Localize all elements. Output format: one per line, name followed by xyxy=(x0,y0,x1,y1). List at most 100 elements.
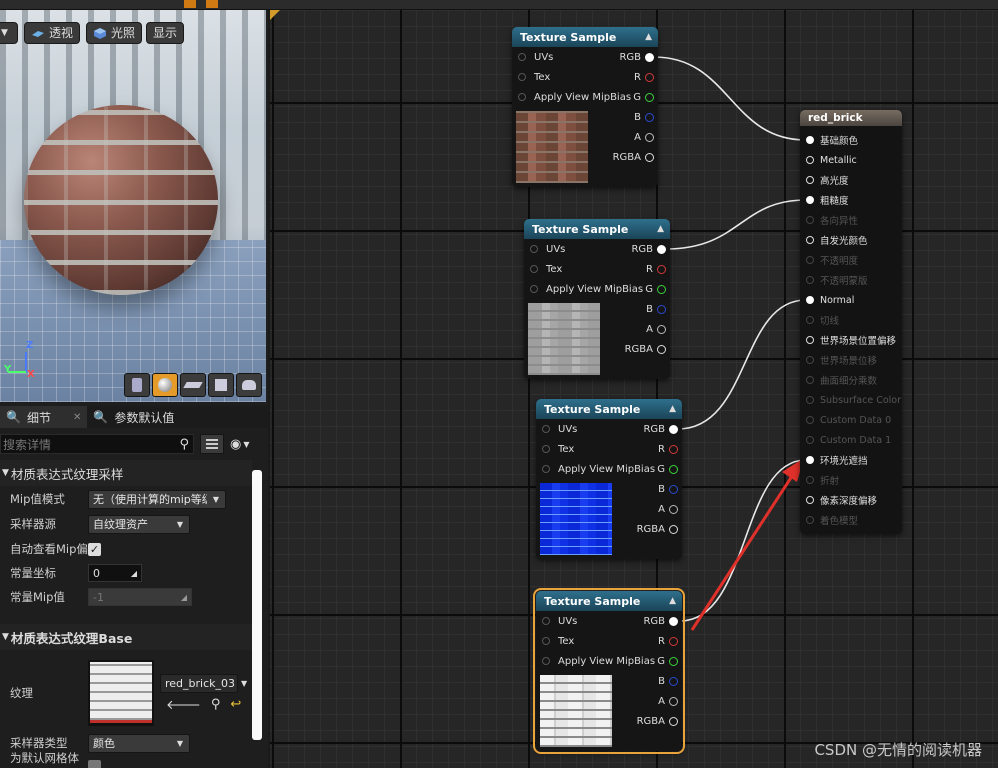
output-b[interactable]: B xyxy=(634,107,654,127)
toolbar-button[interactable] xyxy=(360,0,372,8)
sampler-source-select[interactable]: 自纹理资产 ▼ xyxy=(88,514,190,534)
input-metallic[interactable]: Metallic xyxy=(806,150,857,170)
input-ambient-occlusion[interactable]: 环境光遮挡 xyxy=(806,450,868,470)
toolbar-button[interactable] xyxy=(162,0,174,8)
output-rgb[interactable]: RGB xyxy=(643,419,678,439)
output-a[interactable]: A xyxy=(658,691,678,711)
property-matrix-button[interactable] xyxy=(200,434,224,454)
result-node-header[interactable]: red_brick xyxy=(800,110,902,126)
mip-mode-select[interactable]: 无（使用计算的mip等级 ▼ xyxy=(88,489,226,509)
const-coord-input[interactable]: 0 ◢ xyxy=(88,564,142,582)
section-texture-base[interactable]: ▼ 材质表达式纹理Base xyxy=(0,624,252,650)
toolbar-button[interactable] xyxy=(52,0,64,8)
output-rgb[interactable]: RGB xyxy=(619,47,654,67)
input-uvs[interactable]: UVs xyxy=(542,611,577,631)
visibility-dropdown[interactable]: ◉ ▼ xyxy=(230,437,250,452)
toolbar-button[interactable] xyxy=(96,0,108,8)
toolbar-button[interactable] xyxy=(228,0,240,8)
output-b[interactable]: B xyxy=(658,479,678,499)
viewport-options-button[interactable]: ▼ xyxy=(0,22,18,44)
input-uvs[interactable]: UVs xyxy=(542,419,577,439)
output-r[interactable]: R xyxy=(658,439,678,459)
output-g[interactable]: G xyxy=(657,459,678,479)
const-mip-input[interactable]: -1 ◢ xyxy=(88,588,192,606)
perspective-button[interactable]: 透视 xyxy=(24,22,81,44)
texture-sample-node-2[interactable]: Texture Sample ▲ UVs Tex Apply View MipBi… xyxy=(524,219,670,379)
input-pixel-depth-offset[interactable]: 像素深度偏移 xyxy=(806,490,877,510)
default-mesh-checkbox[interactable] xyxy=(88,759,101,768)
output-a[interactable]: A xyxy=(646,319,666,339)
output-rgba[interactable]: RGBA xyxy=(637,711,678,731)
toolbar-button[interactable] xyxy=(294,0,306,8)
input-mipbias[interactable]: Apply View MipBias xyxy=(530,279,643,299)
node-header[interactable]: Texture Sample ▲ xyxy=(512,27,658,47)
toolbar-button[interactable] xyxy=(272,0,284,8)
input-uvs[interactable]: UVs xyxy=(530,239,565,259)
input-specular[interactable]: 高光度 xyxy=(806,170,849,190)
toolbar-button[interactable] xyxy=(316,0,328,8)
input-normal[interactable]: Normal xyxy=(806,290,854,310)
texture-sample-node-1[interactable]: Texture Sample ▲ UVs Tex Apply View MipBi… xyxy=(512,27,658,187)
cylinder-preview-button[interactable] xyxy=(124,373,150,397)
section-texture-sample[interactable]: ▼ 材质表达式纹理采样 xyxy=(0,460,252,486)
output-g[interactable]: G xyxy=(633,87,654,107)
toolbar-button[interactable] xyxy=(30,0,42,8)
input-mipbias[interactable]: Apply View MipBias xyxy=(518,87,631,107)
node-header[interactable]: Texture Sample ▲ xyxy=(524,219,670,239)
output-rgba[interactable]: RGBA xyxy=(613,147,654,167)
toolbar-button[interactable] xyxy=(140,0,152,8)
custom-mesh-preview-button[interactable] xyxy=(236,373,262,397)
plane-preview-button[interactable] xyxy=(180,373,206,397)
input-world-position-offset[interactable]: 世界场景位置偏移 xyxy=(806,330,896,350)
input-mipbias[interactable]: Apply View MipBias xyxy=(542,459,655,479)
input-tex[interactable]: Tex xyxy=(518,67,550,87)
output-a[interactable]: A xyxy=(634,127,654,147)
texture-asset-select[interactable]: red_brick_03 ▼ xyxy=(160,673,247,693)
output-rgba[interactable]: RGBA xyxy=(625,339,666,359)
details-search-input[interactable]: 搜索详情 ⚲ xyxy=(0,434,194,454)
toolbar-button[interactable] xyxy=(338,0,350,8)
input-mipbias[interactable]: Apply View MipBias xyxy=(542,651,655,671)
input-emissive[interactable]: 自发光颜色 xyxy=(806,230,868,250)
toolbar-button-active[interactable] xyxy=(184,0,196,8)
sphere-preview-button[interactable] xyxy=(152,373,178,397)
reset-arrow-icon[interactable]: ↩ xyxy=(230,697,241,713)
collapse-icon[interactable]: ▲ xyxy=(645,32,652,42)
input-uvs[interactable]: UVs xyxy=(518,47,553,67)
output-b[interactable]: B xyxy=(658,671,678,691)
sampler-type-select[interactable]: 颜色 ▼ xyxy=(88,733,190,753)
output-b[interactable]: B xyxy=(646,299,666,319)
tab-param-defaults[interactable]: 🔍 参数默认值 xyxy=(87,406,180,428)
tab-details[interactable]: 🔍 细节 ✕ xyxy=(0,406,88,428)
browse-search-icon[interactable]: ⚲ xyxy=(211,697,221,713)
texture-thumbnail[interactable] xyxy=(88,660,154,726)
toolbar-button[interactable] xyxy=(118,0,130,8)
output-r[interactable]: R xyxy=(634,67,654,87)
details-scrollbar[interactable] xyxy=(252,470,262,740)
collapse-icon[interactable]: ▲ xyxy=(657,224,664,234)
collapse-icon[interactable]: ▲ xyxy=(669,404,676,414)
use-selected-arrow-icon[interactable]: 🡐 xyxy=(166,697,201,713)
cube-preview-button[interactable] xyxy=(208,373,234,397)
texture-sample-node-4[interactable]: Texture Sample ▲ UVs Tex Apply View MipBi… xyxy=(533,588,685,754)
input-roughness[interactable]: 粗糙度 xyxy=(806,190,849,210)
node-header[interactable]: Texture Sample ▲ xyxy=(536,399,682,419)
input-tex[interactable]: Tex xyxy=(542,631,574,651)
output-rgb[interactable]: RGB xyxy=(643,611,678,631)
toolbar-button[interactable] xyxy=(74,0,86,8)
material-graph-canvas[interactable]: Texture Sample ▲ UVs Tex Apply View MipBi… xyxy=(270,10,998,768)
output-rgba[interactable]: RGBA xyxy=(637,519,678,539)
output-r[interactable]: R xyxy=(646,259,666,279)
input-tex[interactable]: Tex xyxy=(542,439,574,459)
collapse-icon[interactable]: ▲ xyxy=(669,596,676,606)
show-button[interactable]: 显示 xyxy=(146,22,185,44)
auto-mip-checkbox[interactable]: ✓ xyxy=(88,542,101,556)
close-icon[interactable]: ✕ xyxy=(73,412,81,423)
node-header[interactable]: Texture Sample ▲ xyxy=(536,591,682,611)
toolbar-button-active[interactable] xyxy=(206,0,218,8)
output-r[interactable]: R xyxy=(658,631,678,651)
toolbar-button[interactable] xyxy=(250,0,262,8)
output-g[interactable]: G xyxy=(645,279,666,299)
lit-button[interactable]: 光照 xyxy=(86,22,143,44)
input-tex[interactable]: Tex xyxy=(530,259,562,279)
